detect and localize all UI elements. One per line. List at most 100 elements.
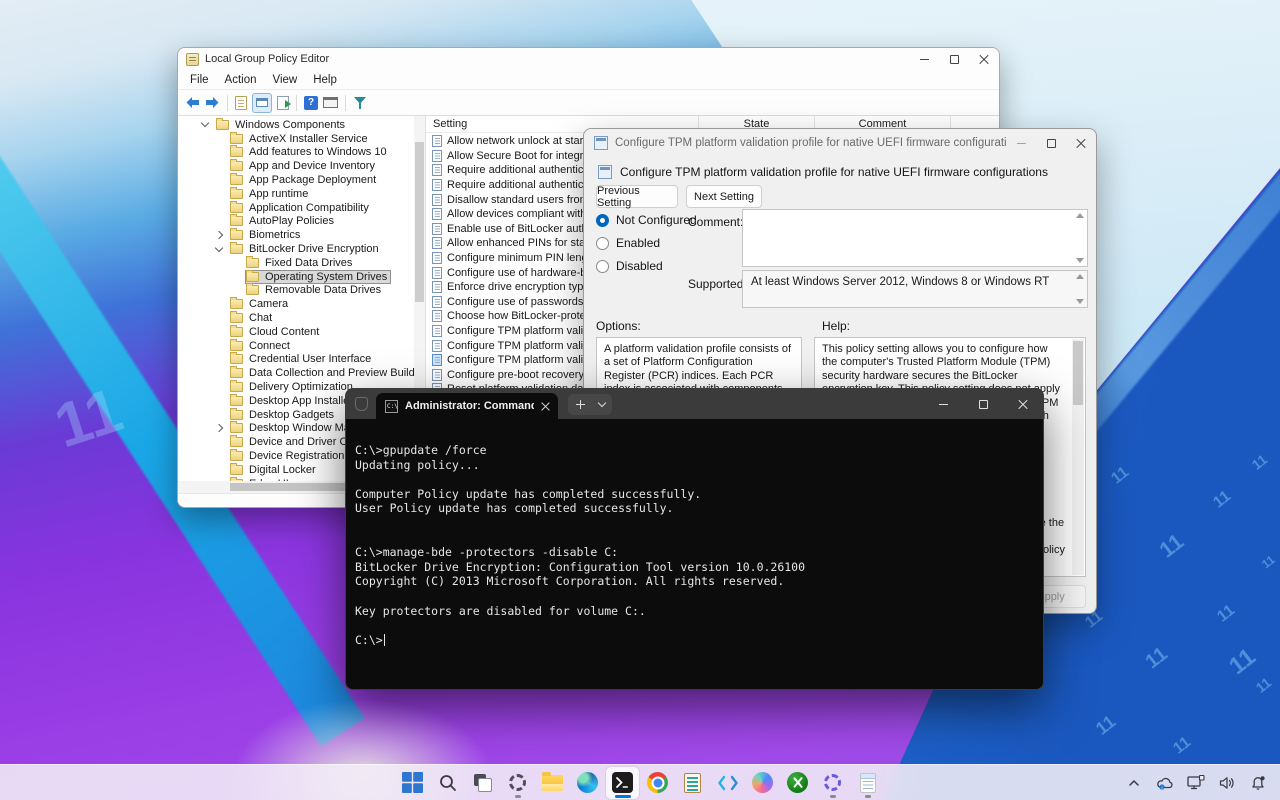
- next-setting-button[interactable]: Next Setting: [686, 185, 762, 208]
- folder-icon: [230, 354, 243, 364]
- policy-icon: [432, 310, 442, 322]
- radio-disabled[interactable]: Disabled: [596, 259, 663, 273]
- hidden-icons-chevron-icon[interactable]: [1124, 771, 1144, 795]
- chevron-right-icon[interactable]: [215, 424, 223, 432]
- terminal-prompt[interactable]: C:\>: [355, 633, 1035, 648]
- close-button[interactable]: [1066, 129, 1096, 157]
- terminal-output[interactable]: C:\>gpupdate /force Updating policy... C…: [346, 419, 1043, 647]
- dev-app-button[interactable]: [711, 767, 744, 799]
- maximize-button[interactable]: [963, 389, 1003, 419]
- running-indicator: [865, 795, 871, 798]
- chevron-down-icon[interactable]: [201, 119, 209, 127]
- tree-item[interactable]: Fixed Data Drives: [178, 256, 414, 270]
- gear-icon: [509, 774, 526, 791]
- tree-item[interactable]: ActiveX Installer Service: [178, 132, 414, 146]
- notification-bell-icon[interactable]: [1248, 771, 1268, 795]
- notes-app-button[interactable]: [676, 767, 709, 799]
- search-button[interactable]: [431, 767, 464, 799]
- taskbar: i: [0, 764, 1280, 800]
- close-button[interactable]: [1003, 389, 1043, 419]
- chevron-right-icon[interactable]: [215, 231, 223, 239]
- tree-item-selected[interactable]: Operating System Drives: [178, 270, 414, 284]
- radio-enabled[interactable]: Enabled: [596, 236, 660, 250]
- minimize-button[interactable]: [909, 48, 939, 70]
- terminal-line: [355, 531, 1035, 546]
- tree-item[interactable]: Add features to Windows 10: [178, 146, 414, 160]
- chrome-button[interactable]: [641, 767, 674, 799]
- task-view-button[interactable]: [466, 767, 499, 799]
- gpedit-titlebar[interactable]: Local Group Policy Editor: [178, 48, 999, 70]
- tree-item[interactable]: Connect: [178, 339, 414, 353]
- tab-dropdown-button[interactable]: [592, 394, 612, 415]
- folder-icon: [230, 216, 243, 226]
- volume-icon[interactable]: [1217, 771, 1237, 795]
- new-tab-button[interactable]: [568, 394, 592, 415]
- help-icon[interactable]: [304, 96, 318, 110]
- menu-action[interactable]: Action: [217, 74, 265, 86]
- tree-item[interactable]: Windows Components: [178, 118, 414, 132]
- tree-item[interactable]: Chat: [178, 311, 414, 325]
- file-explorer-button[interactable]: [536, 767, 569, 799]
- help-scrollbar[interactable]: [1072, 339, 1084, 575]
- svg-text:i: i: [1162, 784, 1163, 789]
- tab-close-icon[interactable]: [541, 402, 550, 411]
- tree-item[interactable]: Application Compatibility: [178, 201, 414, 215]
- tree-item[interactable]: Camera: [178, 297, 414, 311]
- scroll-down-icon[interactable]: [1075, 258, 1085, 263]
- scroll-up-icon[interactable]: [1075, 274, 1085, 279]
- tree-item[interactable]: App Package Deployment: [178, 173, 414, 187]
- folder-icon: [230, 437, 243, 447]
- terminal-titlebar[interactable]: Administrator: Command Pro: [346, 389, 1043, 419]
- xbox-button[interactable]: [781, 767, 814, 799]
- minimize-button[interactable]: [923, 389, 963, 419]
- tree-item[interactable]: AutoPlay Policies: [178, 215, 414, 229]
- doc-edit-icon[interactable]: [235, 96, 247, 110]
- dialog-titlebar[interactable]: Configure TPM platform validation profil…: [584, 129, 1096, 157]
- tree-item[interactable]: Biometrics: [178, 228, 414, 242]
- terminal-button[interactable]: [606, 767, 639, 799]
- terminal-tab[interactable]: Administrator: Command Pro: [376, 393, 558, 419]
- tree-item[interactable]: App and Device Inventory: [178, 159, 414, 173]
- folder-icon: [216, 120, 229, 130]
- menu-file[interactable]: File: [182, 74, 217, 86]
- network-icon[interactable]: [1186, 771, 1206, 795]
- console-window-icon[interactable]: [323, 97, 338, 108]
- tree-item[interactable]: Cloud Content: [178, 325, 414, 339]
- previous-setting-button[interactable]: Previous Setting: [596, 185, 678, 208]
- policy-icon: [432, 150, 442, 162]
- toolbar-separator: [227, 95, 228, 111]
- comment-textarea[interactable]: [742, 209, 1088, 267]
- scroll-up-icon[interactable]: [1075, 213, 1085, 218]
- powertoys-button[interactable]: [816, 767, 849, 799]
- task-view-icon: [474, 774, 492, 792]
- scroll-down-icon[interactable]: [1075, 299, 1085, 304]
- tree-item[interactable]: Credential User Interface: [178, 353, 414, 367]
- maximize-button[interactable]: [1036, 129, 1066, 157]
- running-indicator: [515, 795, 521, 798]
- edge-icon: [577, 772, 598, 793]
- forward-arrow-icon[interactable]: [205, 96, 220, 109]
- close-button[interactable]: [969, 48, 999, 70]
- tree-item[interactable]: Data Collection and Preview Builds: [178, 366, 414, 380]
- edge-button[interactable]: [571, 767, 604, 799]
- tree-item[interactable]: Removable Data Drives: [178, 284, 414, 298]
- console-tree-toggle-icon[interactable]: [252, 93, 272, 113]
- start-button[interactable]: [396, 767, 429, 799]
- tree-item[interactable]: App runtime: [178, 187, 414, 201]
- menu-view[interactable]: View: [265, 74, 306, 86]
- onedrive-cloud-icon[interactable]: i: [1155, 771, 1175, 795]
- chevron-down-icon[interactable]: [215, 243, 223, 251]
- copilot-button[interactable]: [746, 767, 779, 799]
- radio-not-configured[interactable]: Not Configured: [596, 213, 697, 227]
- notes-app-icon: [684, 773, 701, 793]
- minimize-button[interactable]: [1006, 129, 1036, 157]
- settings-button[interactable]: [501, 767, 534, 799]
- tree-item[interactable]: BitLocker Drive Encryption: [178, 242, 414, 256]
- filter-funnel-icon[interactable]: [353, 96, 367, 110]
- maximize-button[interactable]: [939, 48, 969, 70]
- export-list-icon[interactable]: [277, 96, 289, 110]
- menu-help[interactable]: Help: [305, 74, 345, 86]
- back-arrow-icon[interactable]: [185, 96, 200, 109]
- notepad-button[interactable]: [851, 767, 884, 799]
- radio-dot: [596, 237, 609, 250]
